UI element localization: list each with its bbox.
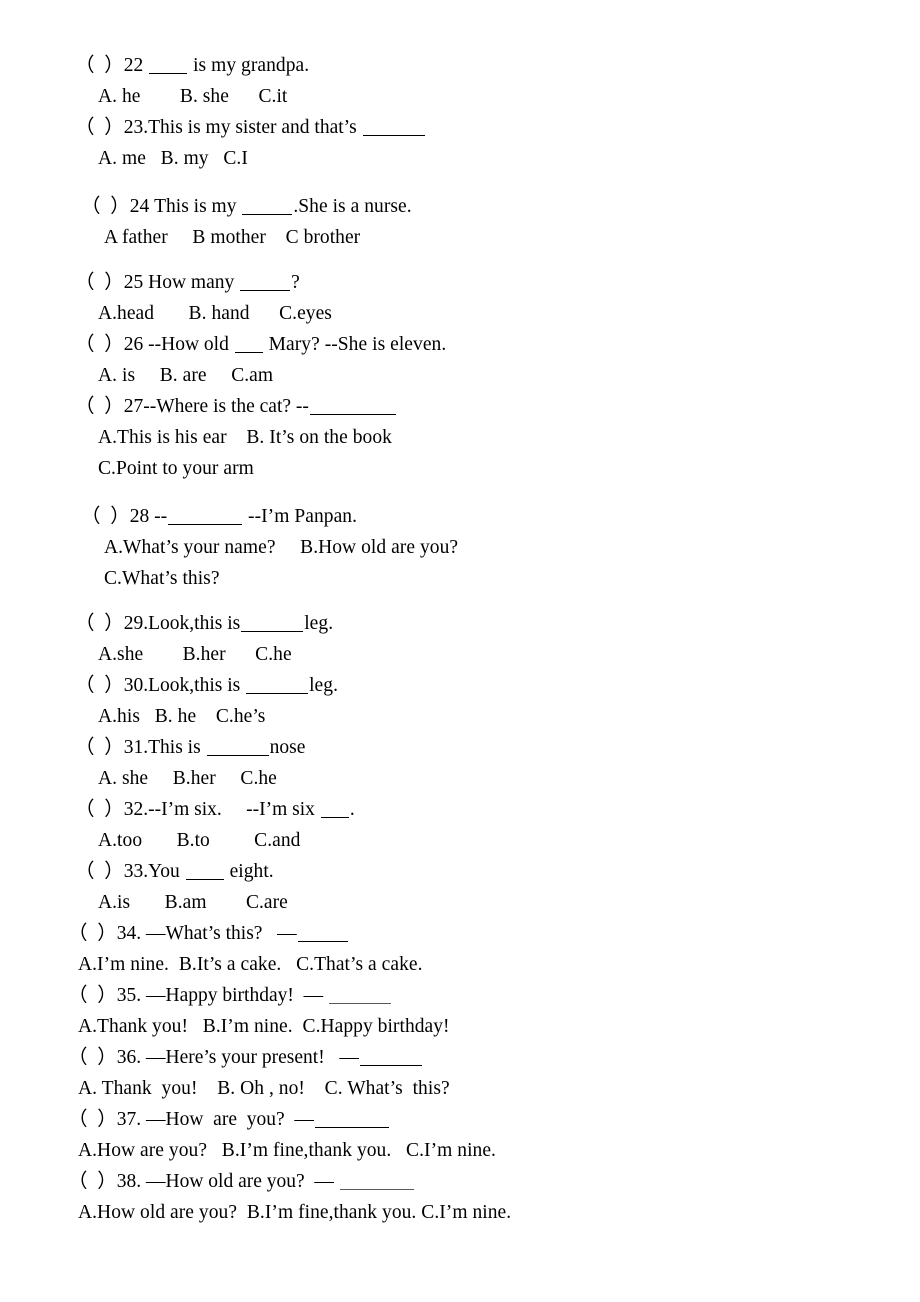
question-28-options[interactable]: A.What’s your name? B.How old are you? (104, 532, 920, 563)
question-24-stem: （ ）24 This is my .She is a nurse. (81, 191, 920, 222)
question-35-options[interactable]: A.Thank you! B.I’m nine. C.Happy birthda… (78, 1011, 920, 1042)
question-32-answer-blank[interactable] (320, 804, 349, 818)
question-35-prompt: （ ）35. —Happy birthday! — (68, 985, 328, 1006)
question-28-options-cont[interactable]: C.What’s this? (104, 563, 920, 594)
question-28-answer-blank[interactable] (168, 511, 243, 525)
question-27-options-cont[interactable]: C.Point to your arm (98, 453, 920, 484)
question-28-prompt: （ ）28 -- (81, 506, 168, 527)
question-24-options[interactable]: A father B mother C brother (104, 222, 920, 253)
question-33-stem: （ ）33.You eight. (75, 856, 920, 887)
question-25-stem-tail: ? (291, 272, 300, 293)
question-22-options[interactable]: A. he B. she C.it (98, 81, 920, 112)
question-29-answer-blank[interactable] (241, 618, 304, 632)
question-32-prompt: （ ）32.--I’m six. --I’m six (75, 799, 320, 820)
question-36-options[interactable]: A. Thank you! B. Oh , no! C. What’s this… (78, 1073, 920, 1104)
question-25-stem: （ ）25 How many ? (75, 267, 920, 298)
worksheet-body: （ ）22 is my grandpa. A. he B. she C.it （ ）… (0, 0, 920, 1228)
question-32-options[interactable]: A.too B.to C.and (98, 825, 920, 856)
question-22-stem: （ ）22 is my grandpa. (75, 50, 920, 81)
question-37-prompt: （ ）37. —How are you? — (68, 1109, 314, 1130)
question-30-options[interactable]: A.his B. he C.he’s (98, 701, 920, 732)
question-23-options[interactable]: A. me B. my C.I (98, 143, 920, 174)
question-24-prompt: （ ）24 This is my (81, 196, 242, 217)
question-38-answer-blank[interactable] (339, 1176, 414, 1190)
question-33-options[interactable]: A.is B.am C.are (98, 887, 920, 918)
question-29-options[interactable]: A.she B.her C.he (98, 639, 920, 670)
question-31-prompt: （ ）31.This is (75, 737, 206, 758)
question-29-stem-tail: leg. (304, 613, 334, 634)
question-25-answer-blank[interactable] (240, 277, 291, 291)
question-25-options[interactable]: A.head B. hand C.eyes (98, 298, 920, 329)
question-24-stem-tail: .She is a nurse. (293, 196, 412, 217)
question-36-prompt: （ ）36. —Here’s your present! — (68, 1047, 359, 1068)
question-23-stem: （ ）23.This is my sister and that’s (75, 112, 920, 143)
question-27-answer-blank[interactable] (309, 401, 396, 415)
question-27-options[interactable]: A.This is his ear B. It’s on the book (98, 422, 920, 453)
question-29-stem: （ ）29.Look,this is leg. (75, 608, 920, 639)
question-30-answer-blank[interactable] (246, 680, 309, 694)
question-30-prompt: （ ）30.Look,this is (75, 675, 246, 696)
question-27-prompt: （ ）27--Where is the cat? -- (75, 396, 309, 417)
question-28-stem: （ ）28 -- --I’m Panpan. (81, 501, 920, 532)
question-31-options[interactable]: A. she B.her C.he (98, 763, 920, 794)
question-35-stem: （ ）35. —Happy birthday! — (68, 980, 920, 1011)
question-38-stem: （ ）38. —How old are you? — (68, 1166, 920, 1197)
question-22-stem-tail: is my grandpa. (188, 55, 310, 76)
question-22-prompt: （ ）22 (75, 55, 149, 76)
question-22-answer-blank[interactable] (149, 60, 188, 74)
question-23-prompt: （ ）23.This is my sister and that’s (75, 117, 362, 138)
question-25-prompt: （ ）25 How many (75, 272, 240, 293)
question-36-stem: （ ）36. —Here’s your present! — (68, 1042, 920, 1073)
question-37-stem: （ ）37. —How are you? — (68, 1104, 920, 1135)
question-38-prompt: （ ）38. —How old are you? — (68, 1171, 339, 1192)
question-35-answer-blank[interactable] (328, 990, 391, 1004)
question-36-answer-blank[interactable] (359, 1052, 422, 1066)
question-32-stem: （ ）32.--I’m six. --I’m six . (75, 794, 920, 825)
question-38-options[interactable]: A.How old are you? B.I’m fine,thank you.… (78, 1197, 920, 1228)
question-26-stem-tail: Mary? --She is eleven. (263, 334, 447, 355)
question-34-answer-blank[interactable] (297, 928, 348, 942)
question-29-prompt: （ ）29.Look,this is (75, 613, 241, 634)
question-33-stem-tail: eight. (224, 861, 274, 882)
question-33-prompt: （ ）33.You (75, 861, 185, 882)
question-31-stem-tail: nose (269, 737, 306, 758)
question-32-stem-tail: . (349, 799, 355, 820)
question-30-stem: （ ）30.Look,this is leg. (75, 670, 920, 701)
question-37-options[interactable]: A.How are you? B.I’m fine,thank you. C.I… (78, 1135, 920, 1166)
question-26-options[interactable]: A. is B. are C.am (98, 360, 920, 391)
question-34-stem: （ ）34. —What’s this? — (68, 918, 920, 949)
question-26-stem: （ ）26 --How old Mary? --She is eleven. (75, 329, 920, 360)
question-31-stem: （ ）31.This is nose (75, 732, 920, 763)
question-37-answer-blank[interactable] (314, 1114, 389, 1128)
question-31-answer-blank[interactable] (206, 742, 269, 756)
question-23-answer-blank[interactable] (362, 122, 425, 136)
question-27-stem: （ ）27--Where is the cat? -- (75, 391, 920, 422)
question-26-prompt: （ ）26 --How old (75, 334, 234, 355)
question-24-answer-blank[interactable] (242, 201, 293, 215)
question-34-prompt: （ ）34. —What’s this? — (68, 923, 297, 944)
question-34-options[interactable]: A.I’m nine. B.It’s a cake. C.That’s a ca… (78, 949, 920, 980)
question-26-answer-blank[interactable] (234, 339, 263, 353)
worksheet-page: （ ）22 is my grandpa. A. he B. she C.it （ ）… (0, 0, 920, 1302)
question-28-stem-tail: --I’m Panpan. (243, 506, 357, 527)
question-30-stem-tail: leg. (309, 675, 338, 696)
question-33-answer-blank[interactable] (185, 866, 224, 880)
